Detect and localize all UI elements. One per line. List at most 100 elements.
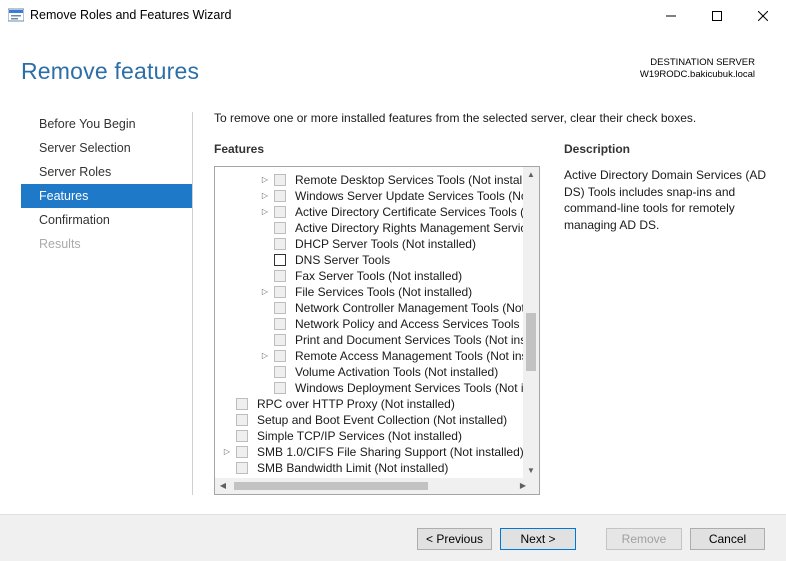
feature-label: Print and Document Services Tools (Not i… [295,333,525,347]
remove-button: Remove [606,528,682,550]
feature-row[interactable]: Network Controller Management Tools (Not… [215,300,525,316]
feature-row[interactable]: ▷ Windows Server Update Services Tools (N… [215,188,525,204]
feature-checkbox [274,238,286,250]
feature-checkbox [274,190,286,202]
feature-row[interactable]: Fax Server Tools (Not installed) [215,268,525,284]
feature-label: Volume Activation Tools (Not installed) [295,365,499,379]
feature-checkbox [236,414,248,426]
features-tree[interactable]: ▷ Remote Desktop Services Tools (Not inst… [214,166,540,495]
feature-checkbox [274,318,286,330]
feature-label: Active Directory Rights Management Servi… [295,221,525,235]
close-icon [758,11,768,21]
nav-divider [192,112,193,495]
feature-checkbox [274,270,286,282]
expand-arrow-icon[interactable]: ▷ [260,348,270,364]
feature-row[interactable]: ▷ File Services Tools (Not installed) [215,284,525,300]
vertical-scroll-thumb[interactable] [526,313,536,371]
nav-step-before-you-begin[interactable]: Before You Begin [21,112,193,136]
expand-arrow-icon[interactable]: ▷ [260,284,270,300]
feature-row[interactable]: RPC over HTTP Proxy (Not installed) [215,396,525,412]
feature-checkbox [236,398,248,410]
feature-row[interactable]: Network Policy and Access Services Tools… [215,316,525,332]
feature-label: Active Directory Certificate Services To… [295,205,525,219]
feature-label: DHCP Server Tools (Not installed) [295,237,476,251]
description-heading: Description [564,142,631,156]
wizard-footer: < Previous Next > Remove Cancel [0,514,786,561]
horizontal-scroll-thumb[interactable] [234,482,428,490]
feature-checkbox [236,462,248,474]
description-text: Active Directory Domain Services (AD DS)… [564,168,767,232]
feature-checkbox[interactable] [274,254,286,266]
feature-row[interactable]: ▷ Remote Access Management Tools (Not ins… [215,348,525,364]
wizard-steps-nav: Before You Begin Server Selection Server… [21,112,193,256]
features-tree-list: ▷ Remote Desktop Services Tools (Not inst… [215,172,525,476]
feature-row[interactable]: ▷ SMB 1.0/CIFS File Sharing Support (Not … [215,444,525,460]
scroll-up-arrow-icon[interactable]: ▲ [523,167,539,183]
feature-label: RPC over HTTP Proxy (Not installed) [257,397,455,411]
page-title: Remove features [21,58,200,84]
feature-label: DNS Server Tools [295,253,391,267]
feature-row[interactable]: ▷ Remote Desktop Services Tools (Not inst… [215,172,525,188]
destination-server-name: W19RODC.bakicubuk.local [639,69,755,80]
window-title: Remove Roles and Features Wizard [30,8,232,22]
features-heading: Features [214,142,265,156]
feature-label: Network Controller Management Tools (Not… [295,301,525,315]
minimize-button[interactable] [648,0,694,32]
scroll-down-arrow-icon[interactable]: ▼ [523,463,539,479]
feature-checkbox [274,334,286,346]
expand-arrow-icon[interactable]: ▷ [260,188,270,204]
nav-step-server-roles[interactable]: Server Roles [21,160,193,184]
feature-row[interactable]: Simple TCP/IP Services (Not installed) [215,428,525,444]
feature-row[interactable]: Print and Document Services Tools (Not i… [215,332,525,348]
feature-row[interactable]: Volume Activation Tools (Not installed) [215,364,525,380]
feature-label: Windows Deployment Services Tools (Not i… [295,381,525,395]
minimize-icon [666,15,676,17]
feature-row[interactable]: Active Directory Rights Management Servi… [215,220,525,236]
feature-row[interactable]: ▷ Active Directory Certificate Services T… [215,204,525,220]
feature-label: Fax Server Tools (Not installed) [295,269,463,283]
feature-checkbox [236,446,248,458]
feature-checkbox [274,302,286,314]
vertical-scrollbar[interactable]: ▲ ▼ [523,167,539,479]
feature-row[interactable]: DNS Server Tools [215,252,525,268]
feature-label: Remote Desktop Services Tools (Not insta… [295,173,525,187]
title-bar: Remove Roles and Features Wizard [0,0,786,32]
instruction-text: To remove one or more installed features… [214,111,697,125]
scroll-left-arrow-icon[interactable]: ◀ [215,478,231,494]
cancel-button[interactable]: Cancel [690,528,765,550]
feature-label: File Services Tools (Not installed) [295,285,473,299]
feature-checkbox [274,222,286,234]
feature-label: Network Policy and Access Services Tools… [295,317,525,331]
feature-checkbox [274,382,286,394]
feature-checkbox [274,206,286,218]
nav-step-server-selection[interactable]: Server Selection [21,136,193,160]
expand-arrow-icon[interactable]: ▷ [222,444,232,460]
feature-label: Setup and Boot Event Collection (Not ins… [257,413,508,427]
next-button[interactable]: Next > [500,528,576,550]
expand-arrow-icon[interactable]: ▷ [260,204,270,220]
feature-label: Remote Access Management Tools (Not inst… [295,349,525,363]
feature-row[interactable]: Setup and Boot Event Collection (Not ins… [215,412,525,428]
feature-row[interactable]: Windows Deployment Services Tools (Not i… [215,380,525,396]
destination-server-label: DESTINATION SERVER [650,57,755,68]
horizontal-scrollbar[interactable]: ◀ ▶ [215,478,539,494]
close-button[interactable] [740,0,786,32]
feature-row[interactable]: SMB Bandwidth Limit (Not installed) [215,460,525,476]
previous-button[interactable]: < Previous [417,528,492,550]
expand-arrow-icon[interactable]: ▷ [260,172,270,188]
feature-label: Simple TCP/IP Services (Not installed) [257,429,462,443]
feature-row[interactable]: DHCP Server Tools (Not installed) [215,236,525,252]
feature-checkbox [274,286,286,298]
nav-step-confirmation[interactable]: Confirmation [21,208,193,232]
scroll-right-arrow-icon[interactable]: ▶ [515,478,531,494]
feature-checkbox [274,174,286,186]
feature-label: SMB 1.0/CIFS File Sharing Support (Not i… [257,445,524,459]
server-manager-icon [7,8,25,22]
nav-step-features[interactable]: Features [21,184,193,208]
feature-checkbox [274,366,286,378]
maximize-button[interactable] [694,0,740,32]
maximize-icon [712,11,722,21]
feature-checkbox [274,350,286,362]
feature-label: SMB Bandwidth Limit (Not installed) [257,461,449,475]
feature-label: Windows Server Update Services Tools (No… [295,189,525,203]
